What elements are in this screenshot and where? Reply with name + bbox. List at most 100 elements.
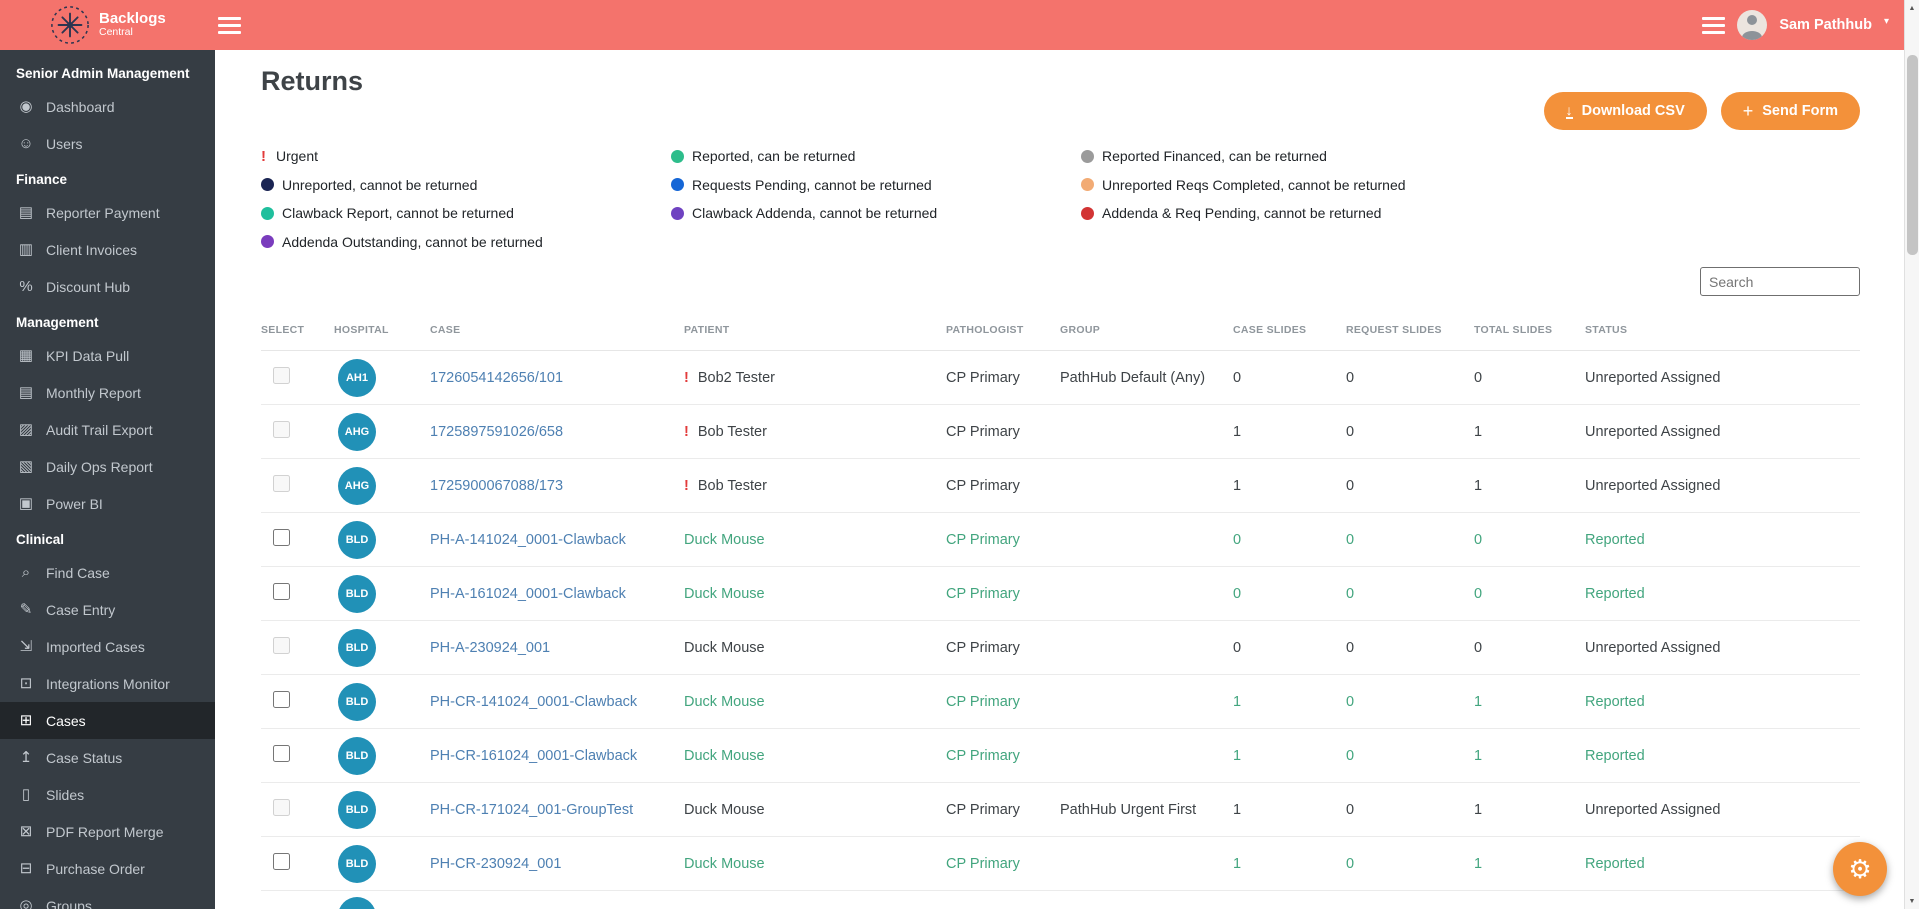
case-cell: 1726054142656/101 xyxy=(430,350,684,405)
pathologist-name: CP Primary xyxy=(946,836,1060,891)
case-slides-count: 0 xyxy=(1233,512,1346,567)
case-link[interactable]: PH-CR-161024_0001-Clawback xyxy=(430,748,637,764)
select-cell xyxy=(261,728,334,783)
row-select-checkbox[interactable] xyxy=(273,745,290,762)
sidebar-item-monthly-report[interactable]: ▤ Monthly Report xyxy=(0,374,215,411)
scrollbar-thumb[interactable] xyxy=(1907,55,1918,255)
brand-logo[interactable]: Backlogs Central xyxy=(50,5,166,45)
case-slides-count: 0 xyxy=(1233,566,1346,621)
patient-cell: ! Bob2 Tester xyxy=(684,350,946,405)
sidebar-item-label: Integrations Monitor xyxy=(46,675,170,692)
table-row: AH1 1726054142656/101! Bob2 Tester CP Prima… xyxy=(261,350,1860,405)
sidebar-item-audit-trail-export[interactable]: ▨ Audit Trail Export xyxy=(0,411,215,448)
search-input[interactable] xyxy=(1700,267,1860,296)
plus-icon: + xyxy=(1742,101,1754,121)
sidebar-item-power-bi[interactable]: ▣ Power BI xyxy=(0,485,215,522)
case-link[interactable]: PH-A-230924_001 xyxy=(430,640,550,656)
case-link[interactable]: PH-CR-141024_0001-Clawback xyxy=(430,694,637,710)
main-content: Returns ↓ Download CSV + Send Form ! Urge… xyxy=(215,50,1919,909)
table-row: BLD PH-CR-171024_001-GroupTest Duck Mouse C… xyxy=(261,782,1860,837)
row-select-checkbox[interactable] xyxy=(273,529,290,546)
group-name xyxy=(1060,458,1233,513)
case-cell: PH-A-230924_001 xyxy=(430,620,684,675)
sidebar-item-imported-cases[interactable]: ⇲ Imported Cases xyxy=(0,628,215,665)
reporter-payment-icon: ▤ xyxy=(18,203,34,221)
legend-item-reported-financed-can-be-returned: Reported Financed, can be returned xyxy=(1081,142,1860,171)
total-slides-count: 1 xyxy=(1474,404,1585,459)
table-row: BLD PH-A-230924_001 Duck Mouse CP Primary 0 0… xyxy=(261,620,1860,675)
pathologist-name: CP Primary xyxy=(946,566,1060,621)
pdf-report-merge-icon: ⊠ xyxy=(19,822,33,840)
sidebar-item-pdf-report-merge[interactable]: ⊠ PDF Report Merge xyxy=(0,813,215,850)
sidebar-heading-senior-admin-management: Senior Admin Management xyxy=(16,66,190,81)
legend-item-unreported-cannot-be-returned: Unreported, cannot be returned xyxy=(261,171,671,200)
case-link[interactable]: PH-A-161024_0001-Clawback xyxy=(430,586,626,602)
patient-name: Duck Mouse xyxy=(684,855,765,872)
hospital-cell: AHG xyxy=(334,404,430,459)
download-csv-button[interactable]: ↓ Download CSV xyxy=(1543,92,1707,130)
patient-cell: Duck Mouse xyxy=(684,512,946,567)
case-slides-count: 0 xyxy=(1233,350,1346,405)
select-cell xyxy=(261,891,334,909)
scroll-up-icon[interactable]: ▲ xyxy=(1905,0,1919,16)
table-row: BLD PH-CR-141024_0001-Clawback Duck Mouse C… xyxy=(261,674,1860,729)
send-form-button[interactable]: + Send Form xyxy=(1720,92,1860,130)
case-link[interactable]: PH-CR-230924_001 xyxy=(430,856,561,872)
sidebar-toggle-icon[interactable] xyxy=(217,16,241,34)
case-cell: 1725900067088/173 xyxy=(430,458,684,513)
total-slides-count: 0 xyxy=(1474,620,1585,675)
legend-item-addenda-outstanding-cannot-be-returned: Addenda Outstanding, cannot be returned xyxy=(261,228,671,257)
sidebar-item-reporter-payment[interactable]: ▤ Reporter Payment xyxy=(0,194,215,231)
scroll-down-icon[interactable]: ▼ xyxy=(1905,893,1919,909)
settings-fab-button[interactable]: ⚙ xyxy=(1833,842,1887,896)
sidebar-item-dashboard[interactable]: ◉ Dashboard xyxy=(0,88,215,125)
request-slides-count: 0 xyxy=(1346,836,1474,891)
header-menu-icon[interactable] xyxy=(1702,16,1726,34)
status-text: Reported xyxy=(1585,512,1860,567)
sidebar-item-kpi-data-pull[interactable]: ▦ KPI Data Pull xyxy=(0,337,215,374)
patient-cell: Duck Mouse xyxy=(684,728,946,783)
column-header-select: SELECT xyxy=(261,310,334,351)
select-cell xyxy=(261,782,334,837)
scrollbar[interactable]: ▲ ▼ xyxy=(1904,0,1919,909)
case-link[interactable]: 1725900067088/173 xyxy=(430,478,563,494)
sidebar-item-integrations-monitor[interactable]: ⊡ Integrations Monitor xyxy=(0,665,215,702)
user-avatar[interactable] xyxy=(1737,10,1768,40)
row-select-checkbox[interactable] xyxy=(273,583,290,600)
row-select-checkbox[interactable] xyxy=(273,853,290,870)
sidebar-item-label: Groups xyxy=(46,897,92,909)
sidebar-item-daily-ops-report[interactable]: ▧ Daily Ops Report xyxy=(0,448,215,485)
sidebar-item-slides[interactable]: ▯ Slides xyxy=(0,776,215,813)
case-link[interactable]: 1726054142656/101 xyxy=(430,370,563,386)
sidebar-item-client-invoices[interactable]: ▥ Client Invoices xyxy=(0,231,215,268)
pathologist-name: CP Primary xyxy=(946,458,1060,513)
sidebar-item-purchase-order[interactable]: ⊟ Purchase Order xyxy=(0,850,215,887)
group-name: PathHub Urgent First xyxy=(1060,782,1233,837)
urgent-icon: ! xyxy=(261,147,266,165)
sidebar-item-find-case[interactable]: ⌕ Find Case xyxy=(0,554,215,591)
legend-label: Clawback Addenda, cannot be returned xyxy=(692,205,938,222)
hospital-cell: BLD xyxy=(334,512,430,567)
sidebar-item-users[interactable]: ☺ Users xyxy=(0,125,215,162)
legend-item-requests-pending-cannot-be-returned: Requests Pending, cannot be returned xyxy=(671,171,1081,200)
select-cell xyxy=(261,404,334,459)
column-header-request-slides: REQUEST SLIDES xyxy=(1346,310,1474,351)
patient-name: Bob Tester xyxy=(697,423,767,440)
user-name[interactable]: Sam Pathhub xyxy=(1779,17,1872,33)
chevron-down-icon[interactable]: ▾ xyxy=(1884,16,1889,27)
sidebar-item-cases[interactable]: ⊞ Cases xyxy=(0,702,215,739)
top-header: Backlogs Central Sam Pathhub ▾ xyxy=(0,0,1919,50)
sidebar-item-groups[interactable]: ◎ Groups xyxy=(0,887,215,909)
case-link[interactable]: PH-CR-171024_001-GroupTest xyxy=(430,802,633,818)
status-text: Reported xyxy=(1585,836,1860,891)
hospital-badge: BLD xyxy=(338,736,376,775)
legend-label: Requests Pending, cannot be returned xyxy=(692,176,932,193)
case-link[interactable]: PH-A-141024_0001-Clawback xyxy=(430,532,626,548)
row-select-checkbox[interactable] xyxy=(273,691,290,708)
sidebar-item-discount-hub[interactable]: % Discount Hub xyxy=(0,268,215,305)
sidebar-item-case-entry[interactable]: ✎ Case Entry xyxy=(0,591,215,628)
hospital-cell: BLD xyxy=(334,674,430,729)
sidebar-item-case-status[interactable]: ↥ Case Status xyxy=(0,739,215,776)
sidebar-item-label: Daily Ops Report xyxy=(46,458,153,475)
case-link[interactable]: 1725897591026/658 xyxy=(430,424,563,440)
